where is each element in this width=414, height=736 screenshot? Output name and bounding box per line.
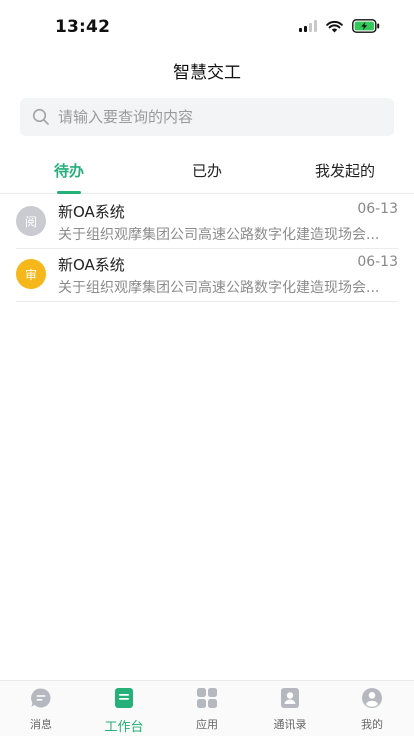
task-list: 阅 新OA系统 06-13 关于组织观摩集团公司高速公路数字化建造现场会... … [0, 196, 414, 302]
tab-active-indicator [57, 191, 81, 194]
profile-icon [362, 688, 382, 708]
tabbar-label: 消息 [30, 718, 52, 731]
workbench-icon [115, 688, 133, 708]
tab-done[interactable]: 已办 [192, 160, 222, 181]
item-title: 新OA系统 [58, 256, 125, 274]
tabbar-item-contacts[interactable]: 通讯录 [250, 687, 330, 732]
item-date: 06-13 [357, 254, 398, 270]
list-item[interactable]: 阅 新OA系统 06-13 关于组织观摩集团公司高速公路数字化建造现场会... [0, 196, 414, 249]
review-avatar: 审 [16, 259, 46, 289]
tabbar-label: 应用 [196, 718, 218, 731]
apps-grid-icon [197, 688, 217, 708]
tabbar-item-apps[interactable]: 应用 [167, 687, 247, 732]
search-bar[interactable] [20, 98, 394, 136]
item-summary: 关于组织观摩集团公司高速公路数字化建造现场会... [58, 227, 380, 243]
wifi-icon [326, 20, 343, 32]
item-summary: 关于组织观摩集团公司高速公路数字化建造现场会... [58, 280, 380, 296]
search-input[interactable] [58, 108, 358, 126]
message-icon [31, 688, 51, 708]
task-tabs: 待办 已办 我发起的 [0, 148, 414, 194]
status-time: 13:42 [55, 17, 111, 37]
status-bar: 13:42 [0, 0, 414, 54]
search-icon [32, 108, 49, 125]
page-title: 智慧交工 [173, 63, 241, 83]
tab-initiated[interactable]: 我发起的 [315, 160, 375, 181]
cellular-signal-icon [299, 20, 317, 32]
item-date: 06-13 [357, 201, 398, 217]
battery-charging-icon [352, 19, 380, 33]
tabbar-label: 通讯录 [273, 718, 307, 731]
tabbar-item-messages[interactable]: 消息 [1, 687, 81, 732]
read-avatar: 阅 [16, 206, 46, 236]
tabbar-label: 工作台 [104, 720, 144, 735]
item-title: 新OA系统 [58, 203, 125, 221]
tabbar-item-profile[interactable]: 我的 [332, 687, 412, 732]
tabbar-label: 我的 [361, 718, 383, 731]
tabbar-item-workbench[interactable]: 工作台 [84, 687, 164, 735]
list-item[interactable]: 审 新OA系统 06-13 关于组织观摩集团公司高速公路数字化建造现场会... [0, 249, 414, 302]
status-icons [299, 19, 380, 33]
tab-todo[interactable]: 待办 [54, 160, 84, 181]
contacts-icon [281, 688, 299, 708]
bottom-tab-bar: 消息 工作台 应用 通讯录 我的 [0, 680, 414, 736]
